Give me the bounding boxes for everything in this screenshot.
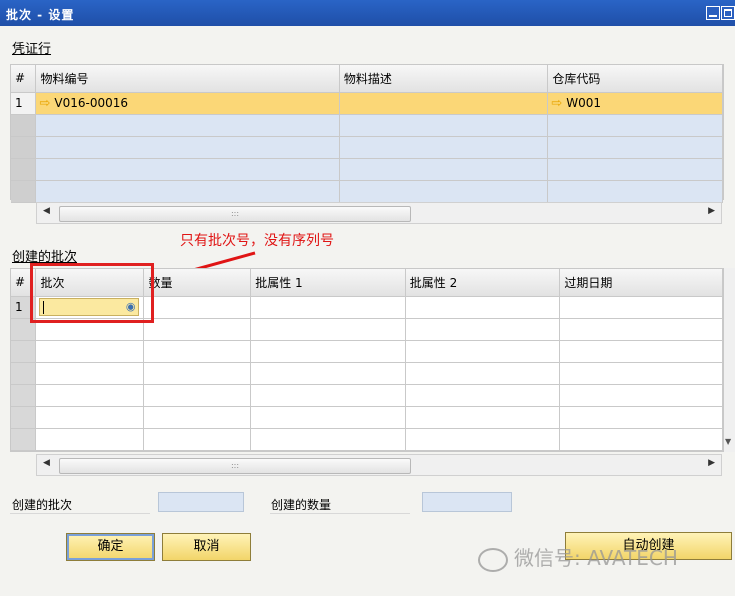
col-header-expiry-date[interactable]: 过期日期 — [559, 269, 723, 297]
annotation-highlight-box — [30, 263, 154, 323]
item-desc-cell[interactable] — [339, 92, 549, 115]
minimize-button[interactable] — [706, 6, 720, 20]
scroll-thumb[interactable]: ::: — [59, 206, 411, 222]
annotation-text: 只有批次号，没有序列号 — [180, 233, 334, 249]
batch-attr-2-cell[interactable] — [405, 296, 561, 319]
col-header-batch-attr-2[interactable]: 批属性 2 — [405, 269, 561, 297]
batch-attr-1-cell[interactable] — [250, 296, 406, 319]
link-arrow-icon[interactable]: ⇨ — [551, 96, 562, 111]
col-header-quantity[interactable]: 数量 — [143, 269, 252, 297]
col-header-item-no[interactable]: 物料编号 — [35, 65, 340, 93]
cancel-button[interactable]: 取消 — [162, 533, 251, 561]
table-row[interactable] — [11, 384, 723, 407]
table-row[interactable] — [11, 158, 723, 181]
created-qty-field — [422, 492, 512, 512]
col-header-warehouse[interactable]: 仓库代码 — [547, 65, 723, 93]
created-qty-label: 创建的数量 — [271, 498, 332, 512]
window-title: 批次 - 设置 — [6, 8, 75, 22]
row-number: 1 — [11, 92, 37, 115]
col-header-batch-attr-1[interactable]: 批属性 1 — [250, 269, 406, 297]
table-row[interactable] — [11, 136, 723, 159]
batches-vertical-scrollbar[interactable]: ▼ — [724, 268, 735, 452]
ok-button[interactable]: 确定 — [66, 533, 155, 561]
maximize-button[interactable] — [721, 6, 735, 20]
table-row[interactable] — [11, 114, 723, 137]
link-arrow-icon[interactable]: ⇨ — [39, 96, 50, 111]
voucher-horizontal-scrollbar[interactable]: ◀ ::: ▶ — [36, 202, 722, 224]
table-row[interactable] — [11, 428, 723, 451]
scroll-left-icon[interactable]: ◀ — [43, 458, 50, 468]
scroll-down-icon[interactable]: ▼ — [725, 437, 731, 446]
quantity-cell[interactable] — [143, 296, 252, 319]
scroll-left-icon[interactable]: ◀ — [43, 206, 50, 216]
created-batches-label: 创建的批次 — [12, 498, 73, 512]
voucher-grid: # 物料编号 物料描述 仓库代码 1 ⇨ V016-00016 ⇨ W001 — [10, 64, 724, 203]
window-title-bar: 批次 - 设置 — [0, 0, 735, 26]
table-row[interactable] — [11, 362, 723, 385]
table-row[interactable] — [11, 340, 723, 363]
table-row[interactable] — [11, 406, 723, 429]
table-row[interactable]: 1 ⇨ V016-00016 ⇨ W001 — [11, 92, 723, 115]
voucher-section-label: 凭证行 — [12, 42, 52, 57]
scroll-thumb[interactable]: ::: — [59, 458, 411, 474]
watermark: 微信号: AVATECH — [478, 542, 678, 572]
wechat-icon — [478, 547, 508, 572]
scroll-right-icon[interactable]: ▶ — [708, 458, 715, 468]
batches-horizontal-scrollbar[interactable]: ◀ ::: ▶ — [36, 454, 722, 476]
expiry-date-cell[interactable] — [559, 296, 723, 319]
col-header-num[interactable]: # — [11, 65, 37, 93]
col-header-item-desc[interactable]: 物料描述 — [339, 65, 549, 93]
warehouse-cell[interactable]: ⇨ W001 — [547, 92, 723, 115]
created-batches-field — [158, 492, 244, 512]
table-row[interactable] — [11, 180, 723, 203]
item-no-cell[interactable]: ⇨ V016-00016 — [35, 92, 340, 115]
scroll-right-icon[interactable]: ▶ — [708, 206, 715, 216]
